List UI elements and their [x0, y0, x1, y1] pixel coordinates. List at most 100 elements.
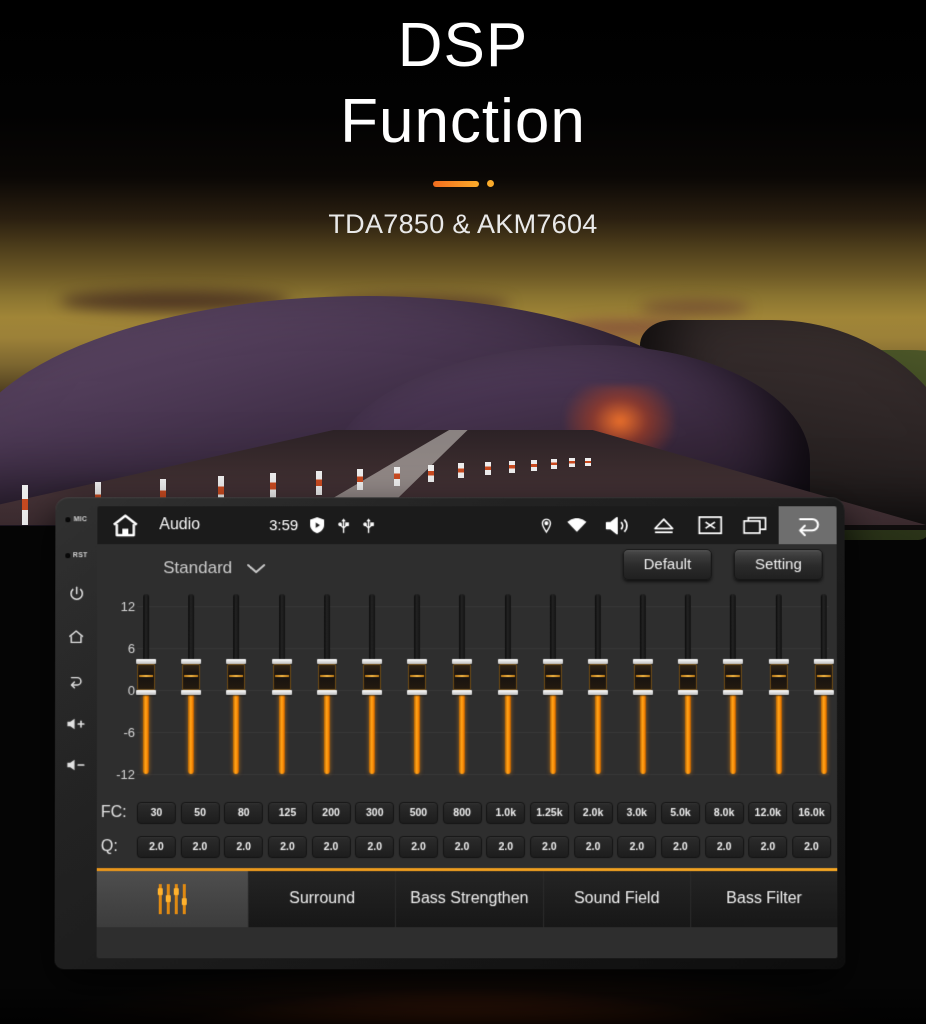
- q-cell[interactable]: 2.0: [660, 836, 701, 859]
- q-cell[interactable]: 2.0: [398, 836, 438, 859]
- back-icon[interactable]: [67, 673, 86, 691]
- fc-cell[interactable]: 80: [224, 802, 264, 825]
- recent-apps-icon[interactable]: [733, 506, 779, 544]
- fc-cell[interactable]: 1.0k: [486, 802, 526, 825]
- q-cell[interactable]: 2.0: [224, 836, 264, 859]
- thumb-cap-bottom: [181, 690, 202, 696]
- fader-thumb[interactable]: [723, 659, 744, 696]
- eq-fader[interactable]: [632, 594, 654, 775]
- fc-cell[interactable]: 500: [398, 802, 438, 825]
- home-icon[interactable]: [67, 628, 85, 646]
- q-cell[interactable]: 2.0: [617, 836, 657, 859]
- thumb-center-line: [816, 675, 831, 678]
- eq-fader[interactable]: [316, 594, 337, 775]
- fc-cell[interactable]: 300: [355, 802, 395, 825]
- eject-icon[interactable]: [641, 506, 687, 544]
- axis-tick: 12: [120, 598, 136, 614]
- eq-fader[interactable]: [226, 594, 247, 775]
- q-cell[interactable]: 2.0: [704, 836, 744, 859]
- eq-fader[interactable]: [407, 594, 428, 775]
- thumb-cap-bottom: [316, 690, 337, 696]
- fc-cell[interactable]: 30: [136, 802, 176, 825]
- fader-thumb[interactable]: [316, 659, 337, 696]
- q-cell[interactable]: 2.0: [748, 836, 788, 859]
- fader-thumb[interactable]: [271, 659, 292, 696]
- preset-selector[interactable]: Standard: [163, 558, 266, 578]
- fader-thumb[interactable]: [407, 659, 428, 696]
- statusbar-home-icon[interactable]: [97, 513, 153, 538]
- fc-cell[interactable]: 5.0k: [660, 802, 700, 825]
- q-cell[interactable]: 2.0: [311, 836, 351, 859]
- fader-thumb[interactable]: [497, 659, 518, 696]
- q-cell[interactable]: 2.0: [529, 836, 569, 859]
- reset-indicator[interactable]: RST: [64, 542, 88, 568]
- fc-cell[interactable]: 1.25k: [529, 802, 569, 825]
- q-cell[interactable]: 2.0: [442, 836, 482, 859]
- fader-thumb[interactable]: [361, 659, 382, 696]
- fc-cell[interactable]: 800: [442, 802, 482, 825]
- cloud: [640, 300, 750, 316]
- fader-thumb[interactable]: [542, 659, 563, 696]
- back-arrow-icon[interactable]: [778, 506, 837, 545]
- volume-down-icon[interactable]: [66, 758, 86, 772]
- tab-bass-strengthen[interactable]: Bass Strengthen: [396, 871, 544, 928]
- page-title-line1: DSP: [397, 11, 529, 80]
- default-button[interactable]: Default: [622, 549, 713, 581]
- power-icon[interactable]: [68, 585, 85, 602]
- close-x-icon[interactable]: [687, 506, 733, 544]
- setting-button[interactable]: Setting: [734, 549, 823, 581]
- eq-fader[interactable]: [181, 594, 202, 775]
- thumb-cap-bottom: [813, 690, 834, 696]
- q-cell[interactable]: 2.0: [792, 836, 832, 859]
- volume-icon[interactable]: [595, 506, 641, 544]
- eq-fader[interactable]: [587, 594, 608, 775]
- eq-fader[interactable]: [271, 594, 292, 775]
- thumb-center-line: [590, 675, 605, 678]
- location-pin-icon[interactable]: [533, 506, 559, 544]
- fader-thumb[interactable]: [768, 659, 789, 696]
- tab-sound-field[interactable]: Sound Field: [543, 871, 691, 928]
- fc-cell[interactable]: 16.0k: [791, 802, 832, 825]
- eq-fader[interactable]: [497, 594, 518, 775]
- volume-up-icon[interactable]: [66, 717, 86, 731]
- fader-thumb[interactable]: [632, 659, 654, 696]
- usb-icon: [338, 517, 350, 534]
- toolbar-buttons: Default Setting: [622, 549, 823, 581]
- wifi-icon[interactable]: [559, 506, 595, 544]
- preset-toolbar: Standard Default Setting: [97, 544, 837, 593]
- q-cell[interactable]: 2.0: [573, 836, 613, 859]
- q-cell[interactable]: 2.0: [486, 836, 526, 859]
- fader-thumb[interactable]: [678, 659, 699, 696]
- eq-fader[interactable]: [768, 594, 789, 775]
- eq-fader[interactable]: [813, 594, 834, 775]
- q-cell[interactable]: 2.0: [267, 836, 307, 859]
- q-cell[interactable]: 2.0: [136, 836, 176, 859]
- thumb-cap-bottom: [542, 690, 563, 696]
- tab-label: Sound Field: [574, 890, 660, 908]
- tab-equalizer[interactable]: [96, 871, 249, 928]
- eq-fader[interactable]: [136, 594, 157, 775]
- fc-cell[interactable]: 50: [180, 802, 220, 825]
- tab-surround[interactable]: Surround: [248, 871, 397, 928]
- fader-thumb[interactable]: [452, 659, 473, 696]
- tab-bass-filter[interactable]: Bass Filter: [690, 871, 838, 928]
- eq-fader[interactable]: [542, 594, 563, 775]
- fc-cell[interactable]: 3.0k: [617, 802, 657, 825]
- q-cell[interactable]: 2.0: [355, 836, 395, 859]
- eq-fader[interactable]: [678, 594, 699, 775]
- fc-cell[interactable]: 125: [267, 802, 307, 825]
- eq-fader[interactable]: [723, 594, 744, 775]
- q-cell[interactable]: 2.0: [180, 836, 220, 859]
- fc-cell[interactable]: 12.0k: [748, 802, 788, 825]
- fader-thumb[interactable]: [587, 659, 608, 696]
- fader-thumb[interactable]: [226, 659, 247, 696]
- fc-cell[interactable]: 8.0k: [704, 802, 744, 825]
- fader-thumb[interactable]: [181, 659, 202, 696]
- fc-cell[interactable]: 200: [311, 802, 351, 825]
- rst-led: [64, 552, 70, 558]
- fader-thumb[interactable]: [813, 659, 834, 696]
- eq-fader[interactable]: [452, 594, 473, 775]
- fader-thumb[interactable]: [136, 659, 157, 696]
- eq-fader[interactable]: [361, 594, 382, 775]
- fc-cell[interactable]: 2.0k: [573, 802, 613, 825]
